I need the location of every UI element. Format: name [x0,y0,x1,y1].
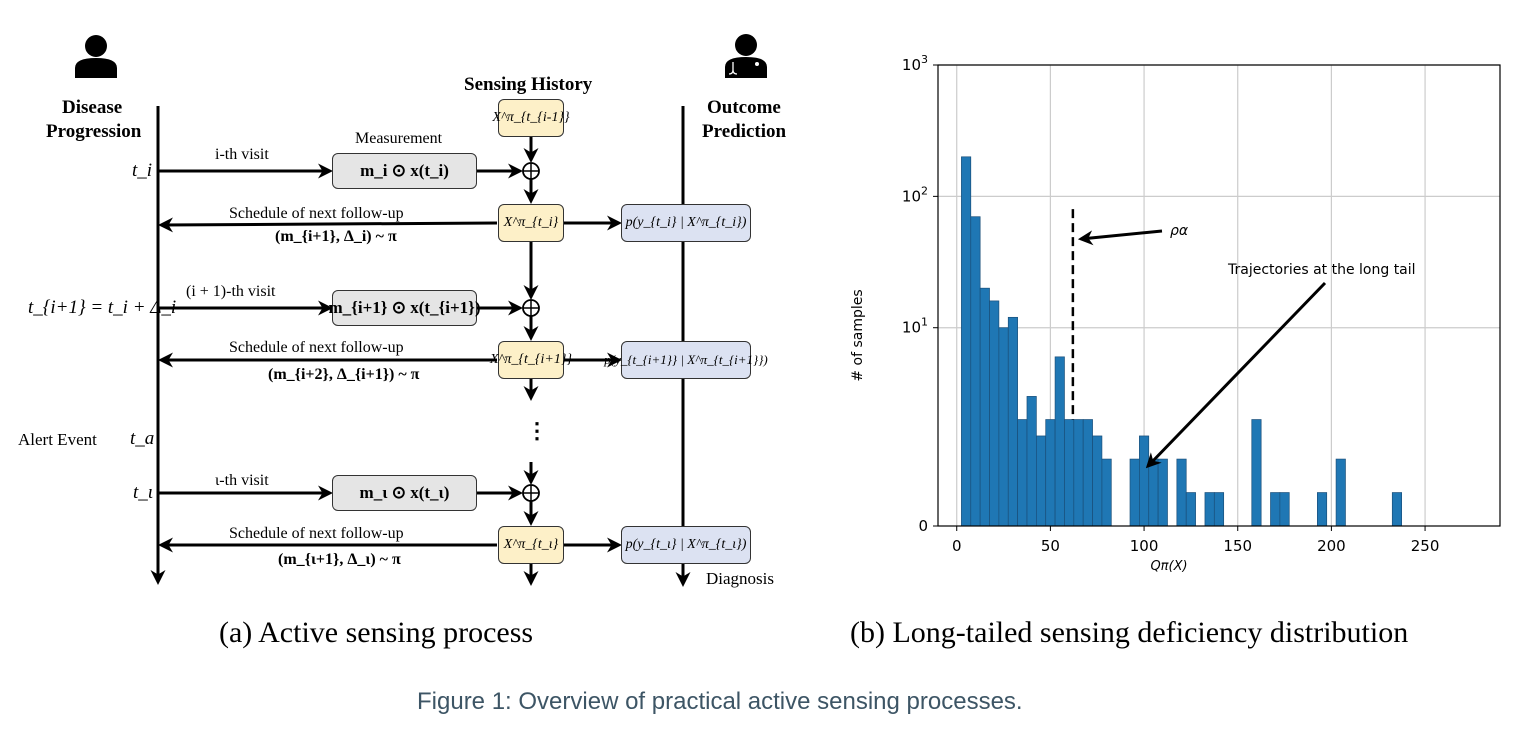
history-box: X^π_{t_ι} [498,526,564,564]
histogram-bar [1270,492,1281,527]
histogram-bar [1064,419,1075,527]
histogram-bar [1036,435,1047,527]
x-tick-label: 100 [1130,537,1159,555]
rho-alpha-arrow [1077,229,1163,246]
histogram-bar [1007,316,1018,527]
x-axis-label: Qπ(X) [1150,559,1187,574]
y-axis-label: # of samples [850,289,866,381]
history-box: X^π_{t_{i-1}} [492,99,570,137]
visit-label: (i + 1)-th visit [186,283,276,300]
histogram-bar [1157,458,1168,527]
measurement-label: Measurement [355,130,443,147]
subcaption-a: (a) Active sensing process [219,616,534,649]
histogram-bar [1054,356,1065,527]
x-tick-label: 200 [1317,537,1346,555]
histogram-bar [1251,419,1262,527]
histogram-bar [1101,458,1112,527]
sensing-history-title: Sensing History [464,74,593,95]
histogram-bar [1317,492,1328,527]
schedule-label: Schedule of next follow-up [229,525,404,542]
time-label-tiota: t_ι [133,482,154,503]
measurement-box: m_{i+1} ⊙ x(t_{i+1}) [329,290,481,326]
y-tick-label: 0 [918,517,928,535]
long-tail-annotation: Trajectories at the long tail [1227,262,1416,278]
visit-label: ι-th visit [215,472,269,489]
history-box: X^π_{t_i} [498,204,564,242]
histogram-bar [998,327,1009,527]
histogram-bar [1092,435,1103,527]
schedule-policy: (m_{ι+1}, Δ_ι) ~ π [278,551,401,568]
y-tick-label: 103 [902,53,928,74]
histogram-bar [1335,458,1346,527]
schedule-label: Schedule of next follow-up [229,205,404,222]
schedule-label: Schedule of next follow-up [229,339,404,356]
histogram-bar [1279,492,1290,527]
histogram-bar [1073,419,1084,527]
time-label-ti: t_i [132,160,153,181]
histogram-bar [1082,419,1093,527]
histogram-bar [1148,458,1159,527]
histogram-bar [1185,492,1196,527]
histogram-bar [961,156,972,527]
disease-progression-title-1: Disease [62,97,123,118]
histogram-bar [970,216,981,527]
alert-event-label: Alert Event [18,430,97,449]
figure-caption: Figure 1: Overview of practical active s… [417,688,1023,715]
histogram-bar [1017,419,1028,527]
schedule-policy: (m_{i+1}, Δ_i) ~ π [275,228,397,245]
history-box: X^π_{t_{i+1}} [490,341,572,379]
histogram-bar [1139,435,1150,527]
histogram-bar [979,287,990,527]
histogram-bar [1204,492,1215,527]
schedule-policy: (m_{i+2}, Δ_{i+1}) ~ π [268,366,420,383]
time-label-ta: t_a [130,428,155,449]
histogram-bar [1391,492,1402,527]
histogram-bar [1176,458,1187,527]
histogram-chart: 0 50 100 150 200 250 0 101 102 103 # of samples Qπ(… [850,53,1501,574]
histogram-bar [1026,396,1037,527]
long-tail-arrow [1145,281,1327,469]
x-tick-label: 250 [1411,537,1440,555]
x-tick-label: 50 [1041,537,1060,555]
outcome-prediction-title-2: Prediction [702,121,787,142]
prediction-box: p(y_{t_ι} | X^π_{t_ι}) [621,526,751,564]
histogram-bar [989,300,1000,527]
person-icon [75,35,117,78]
histogram-bar [1129,458,1140,527]
oplus-icon [522,162,540,180]
measurement-box: m_ι ⊙ x(t_ι) [332,475,477,511]
visit-label: i-th visit [215,146,269,163]
outcome-prediction-title-1: Outcome [707,97,781,118]
x-tick-label: 150 [1223,537,1252,555]
x-tick-label: 0 [952,537,962,555]
y-tick-label: 102 [902,184,928,205]
subcaption-b: (b) Long-tailed sensing deficiency distr… [850,616,1409,649]
doctor-stethoscope-icon [725,34,767,78]
oplus-icon [522,484,540,502]
prediction-box: p(y_{t_{i+1}} | X^π_{t_{i+1}}) [604,341,768,379]
schedule-arrow [158,217,498,233]
measurement-box: m_i ⊙ x(t_i) [332,153,477,189]
y-tick-label: 101 [902,316,928,337]
histogram-bar [1213,492,1225,527]
oplus-icon [522,299,540,317]
diagnosis-label: Diagnosis [706,569,774,588]
histogram-bar [1045,419,1056,527]
ellipsis-icon: ⋮ [526,418,548,443]
time-label-ti1: t_{i+1} = t_i + Δ_i [28,297,177,318]
prediction-box: p(y_{t_i} | X^π_{t_i}) [621,204,751,242]
rho-alpha-label: ρα [1170,223,1189,239]
disease-progression-title-2: Progression [46,121,142,142]
